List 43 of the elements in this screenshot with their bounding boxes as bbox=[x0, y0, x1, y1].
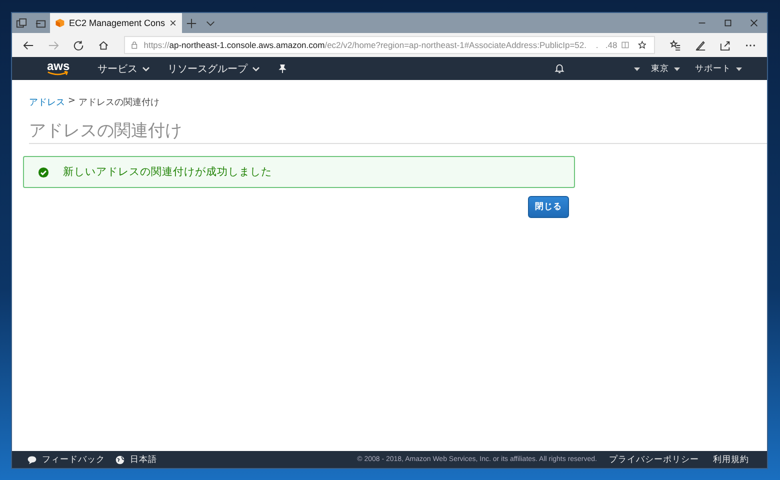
footer-link[interactable]: 利用規約 bbox=[713, 454, 749, 466]
aws-logo[interactable]: aws bbox=[47, 61, 70, 76]
globe-icon[interactable] bbox=[115, 454, 125, 464]
speech-bubble-icon[interactable] bbox=[27, 454, 37, 464]
refresh-icon[interactable] bbox=[73, 40, 84, 50]
caret-icon bbox=[673, 64, 681, 72]
page-title: アドレスの関連付け bbox=[29, 119, 767, 144]
pin-icon[interactable] bbox=[278, 64, 287, 73]
lock-icon bbox=[131, 40, 138, 50]
tabs-aside-icon[interactable] bbox=[16, 18, 27, 28]
book-icon[interactable] bbox=[621, 40, 630, 50]
breadcrumb-link[interactable]: アドレス bbox=[29, 96, 65, 109]
share-icon[interactable] bbox=[720, 40, 731, 50]
star-icon[interactable] bbox=[638, 40, 646, 50]
feedback-link[interactable]: フィードバック bbox=[42, 454, 105, 466]
back-arrow-icon[interactable] bbox=[23, 40, 34, 50]
close-icon[interactable] bbox=[750, 19, 758, 27]
caret-icon bbox=[735, 64, 743, 72]
address-field[interactable]: https://ap-northeast-1.console.aws.amazon.com/ec2/v2/home?region=ap-northeast-1#AssociateAddress:PublicIp=52. . .48 bbox=[124, 36, 655, 54]
favorites-list-icon[interactable] bbox=[670, 40, 681, 50]
home-icon[interactable] bbox=[98, 40, 109, 50]
alert-message: 新しいアドレスの関連付けが成功しました bbox=[63, 165, 272, 179]
chevron-down-icon bbox=[142, 64, 150, 72]
footer-link[interactable]: プライバシーポリシー bbox=[609, 454, 699, 466]
cube-icon bbox=[55, 18, 65, 28]
pen-icon[interactable] bbox=[695, 40, 706, 50]
nav-menu[interactable]: サービス bbox=[98, 62, 150, 76]
language-link[interactable]: 日本語 bbox=[130, 454, 157, 466]
maximize-icon[interactable] bbox=[724, 19, 732, 27]
nav-menu[interactable]: リソースグループ bbox=[168, 62, 260, 76]
close-icon[interactable] bbox=[169, 19, 178, 27]
breadcrumb-separator: > bbox=[68, 96, 76, 108]
new-tab-icon[interactable] bbox=[186, 18, 198, 28]
breadcrumb-current: アドレスの関連付け bbox=[78, 96, 160, 109]
check-circle-icon bbox=[38, 166, 49, 178]
support-menu[interactable]: サポート bbox=[695, 62, 743, 74]
bell-icon[interactable] bbox=[554, 63, 565, 74]
chevron-down-icon bbox=[252, 64, 260, 72]
browser-tab[interactable]: EC2 Management Cons bbox=[50, 13, 182, 33]
caret-icon[interactable] bbox=[633, 64, 641, 72]
close-button[interactable]: 閉じる bbox=[528, 196, 569, 218]
region-menu[interactable]: 東京 bbox=[651, 62, 681, 74]
tab-preview-icon[interactable] bbox=[35, 18, 46, 28]
